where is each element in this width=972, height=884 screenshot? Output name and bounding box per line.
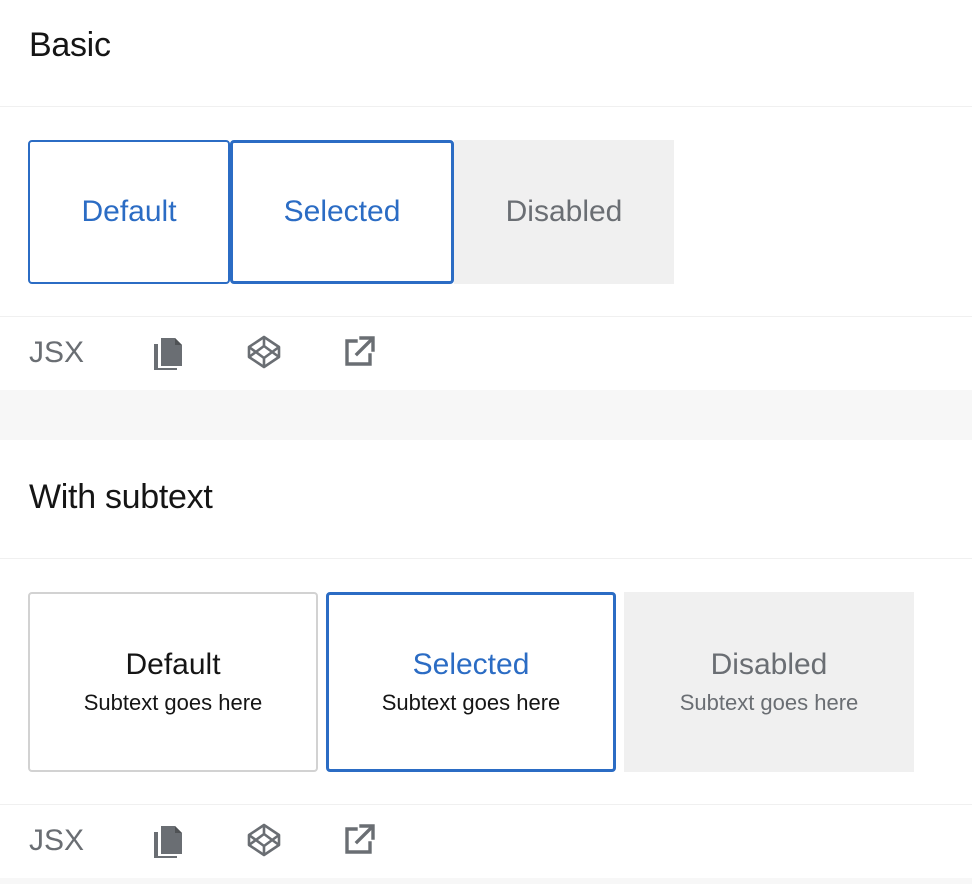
jsx-toggle[interactable]: JSX [29, 824, 84, 858]
tile-title: Disabled [710, 648, 828, 681]
tile-title: Default [81, 195, 177, 228]
tile-title: Selected [412, 648, 530, 681]
section-separator [0, 878, 972, 884]
divider [0, 558, 972, 559]
codepen-icon[interactable] [246, 822, 282, 858]
tile-subtext: Subtext goes here [679, 690, 859, 715]
tile-subtext: Subtext goes here [83, 690, 263, 715]
codepen-icon[interactable] [246, 334, 282, 370]
tile-selected[interactable]: Selected [230, 140, 454, 284]
copy-icon[interactable] [150, 334, 186, 370]
copy-icon[interactable] [150, 822, 186, 858]
tile-title: Default [125, 648, 221, 681]
section-title: Basic [29, 26, 111, 64]
jsx-toggle[interactable]: JSX [29, 336, 84, 370]
tile-title: Selected [283, 195, 401, 228]
divider [0, 316, 972, 317]
tile-disabled: Disabled [454, 140, 674, 284]
external-link-icon[interactable] [341, 334, 377, 370]
external-link-icon[interactable] [341, 822, 377, 858]
divider [0, 106, 972, 107]
section-title: With subtext [29, 478, 213, 516]
tile-default[interactable]: Default Subtext goes here [28, 592, 318, 772]
section-separator [0, 390, 972, 440]
tile-selected[interactable]: Selected Subtext goes here [326, 592, 616, 772]
tile-disabled: Disabled Subtext goes here [624, 592, 914, 772]
tile-default[interactable]: Default [28, 140, 230, 284]
tile-title: Disabled [505, 195, 623, 228]
divider [0, 804, 972, 805]
tile-subtext: Subtext goes here [381, 690, 561, 715]
